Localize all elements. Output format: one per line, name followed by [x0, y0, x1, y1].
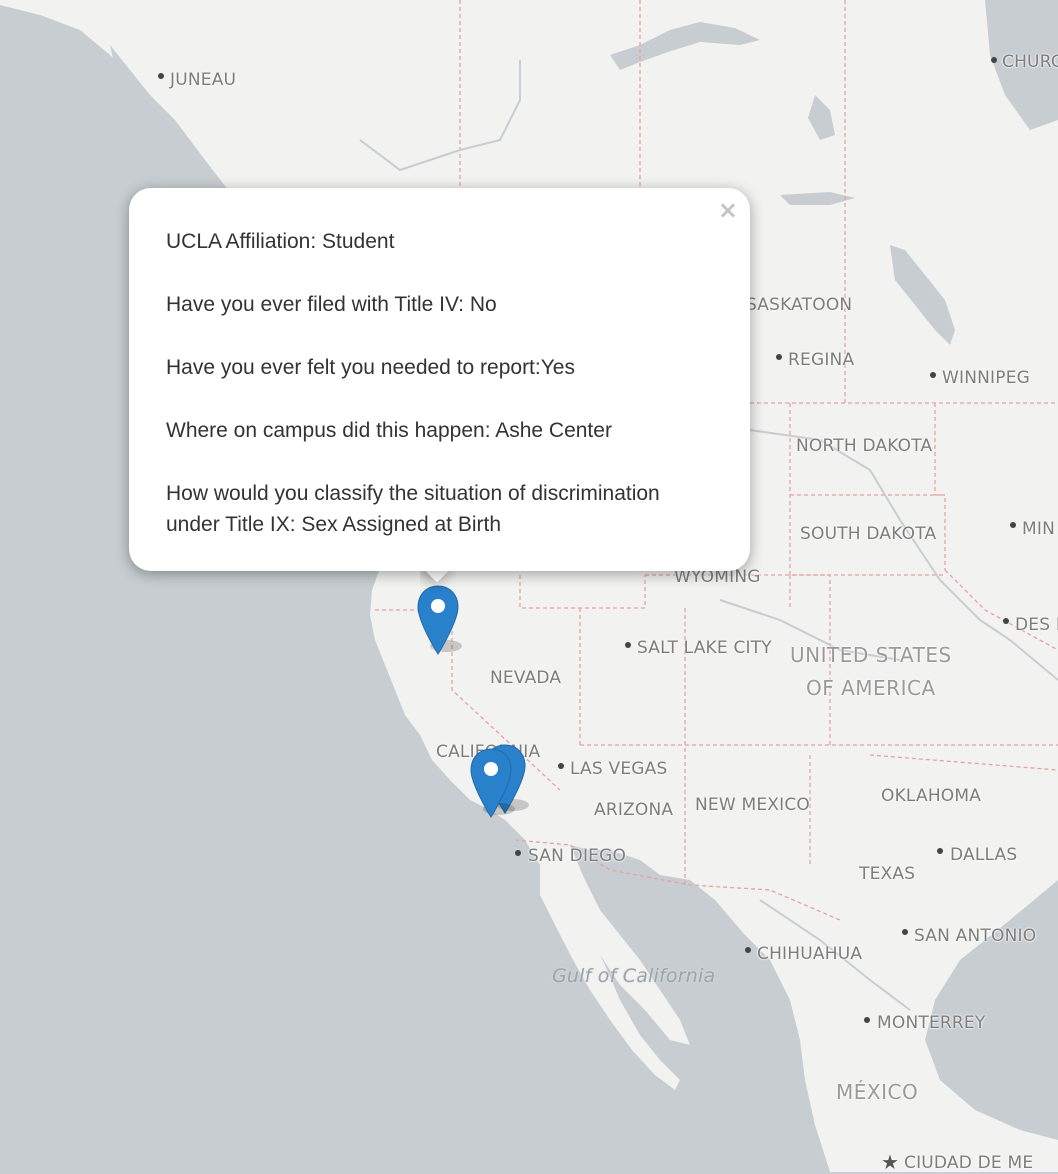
north-dakota-label: NORTH DAKOTA [796, 436, 933, 456]
churchill-dot [991, 57, 997, 63]
popup-needed-to-report: Have you ever felt you needed to report:… [166, 356, 575, 379]
winnipeg-dot [930, 372, 936, 378]
salt-lake-city-label: SALT LAKE CITY [637, 638, 772, 658]
capital-star-icon: ★ [881, 1150, 900, 1174]
marker-popup: × UCLA Affiliation: Student Have you eve… [129, 188, 750, 571]
texas-label: TEXAS [859, 864, 916, 884]
usa-label-line2: OF AMERICA [806, 676, 936, 700]
san-diego-dot [515, 850, 521, 856]
san-antonio-label: SAN ANTONIO [914, 926, 1037, 946]
winnipeg-label: WINNIPEG [942, 368, 1031, 388]
arizona-label: ARIZONA [594, 800, 674, 820]
marker-los-angeles-1[interactable] [469, 747, 519, 819]
las-vegas-dot [558, 763, 564, 769]
regina-dot [776, 354, 782, 360]
juneau-dot [158, 73, 164, 79]
popup-tip [420, 568, 456, 594]
mexico-label: MÉXICO [836, 1080, 919, 1104]
popup-discrimination-classification: How would you classify the situation of … [166, 482, 660, 536]
saskatoon-label: SASKATOON [746, 295, 853, 315]
churchill-label: CHURC [1002, 52, 1058, 72]
salt-lake-city-dot [625, 642, 631, 648]
popup-campus-location: Where on campus did this happen: Ashe Ce… [166, 419, 612, 442]
des-moines-dot [1003, 618, 1009, 624]
ciudad-de-mexico-label: CIUDAD DE ME [904, 1153, 1034, 1173]
nevada-label: NEVADA [490, 668, 562, 688]
popup-affiliation: UCLA Affiliation: Student [166, 230, 395, 253]
des-moines-label: DES M [1015, 615, 1058, 635]
dallas-dot [937, 848, 943, 854]
gulf-of-california-label: Gulf of California [552, 965, 716, 987]
popup-filed-title-iv: Have you ever filed with Title IV: No [166, 293, 497, 316]
chihuahua-label: CHIHUAHUA [757, 944, 863, 964]
regina-label: REGINA [788, 350, 855, 370]
juneau-label: JUNEAU [170, 70, 237, 90]
map-canvas[interactable]: JUNEAU CHURC SASKATOON REGINA WINNIPEG N… [0, 0, 1058, 1174]
basemap [0, 0, 1058, 1172]
south-dakota-label: SOUTH DAKOTA [800, 524, 937, 544]
new-mexico-label: NEW MEXICO [695, 795, 810, 815]
las-vegas-label: LAS VEGAS [570, 759, 668, 779]
minneapolis-dot [1010, 522, 1016, 528]
dallas-label: DALLAS [950, 845, 1018, 865]
oklahoma-label: OKLAHOMA [881, 786, 982, 806]
usa-label-line1: UNITED STATES [790, 643, 952, 667]
monterrey-label: MONTERREY [877, 1013, 986, 1033]
marker-northern-california[interactable] [416, 584, 466, 656]
chihuahua-dot [745, 947, 751, 953]
monterrey-dot [864, 1017, 870, 1023]
san-diego-label: SAN DIEGO [528, 846, 627, 866]
minneapolis-label: MIN [1022, 519, 1055, 539]
popup-close-button[interactable]: × [718, 198, 738, 222]
san-antonio-dot [902, 929, 908, 935]
popup-content: UCLA Affiliation: Student Have you ever … [166, 226, 716, 540]
